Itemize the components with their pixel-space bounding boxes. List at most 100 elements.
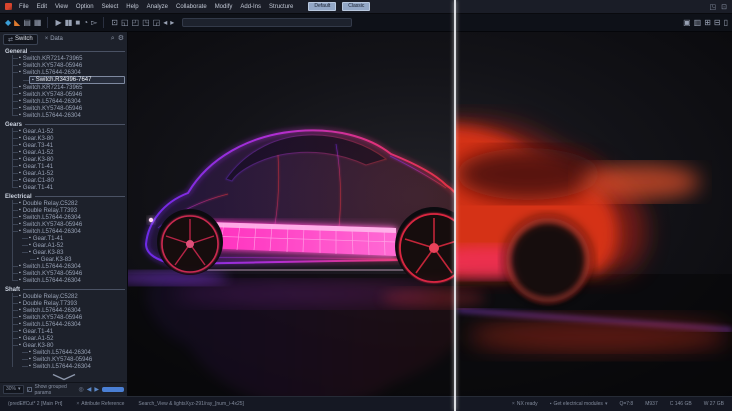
tree-item[interactable]: ▪Gear.A1-52 [19,128,125,135]
pause-icon[interactable]: ▮▮ [65,18,72,28]
tree-item[interactable]: ▪Gear.T1-41 [19,328,125,335]
toolbar-separator [47,17,48,28]
tree-item[interactable]: ▪Switch.L57644-26304 [19,321,125,328]
printer-icon[interactable]: ⊡ [111,18,117,28]
pointer-tool-icon[interactable]: ◣ [14,18,19,28]
tree-item[interactable]: ▪Switch.L57644-26304 [19,277,125,284]
mode-classic-button[interactable]: Classic [342,2,370,11]
tree-item[interactable]: ▪Switch.KY5748-05946 [19,221,125,228]
tree-item[interactable]: ▪Switch.KY5748-05946 [19,62,125,69]
tree-item[interactable]: ▪Switch.L57644-26304 [29,349,125,356]
menu-select[interactable]: Select [102,4,119,10]
tree-item-bullet-icon: ▪ [19,164,21,169]
tree-item[interactable]: ▪Gear.K3-80 [19,135,125,142]
nav-right-icon[interactable]: ▸ [170,18,173,28]
tree-item[interactable]: ▪Switch.L57644-26304 [19,69,125,76]
viewport-3d[interactable] [128,32,732,396]
tree-item[interactable]: ▪Switch.KR7214-73965 [19,84,125,91]
toolbar-path-field[interactable] [182,18,352,27]
tab-data[interactable]: × Data [41,35,67,43]
tree-item[interactable]: ▪Switch.R34396-7647 [29,76,125,84]
status-attribute-reference[interactable]: ×Attribute Reference [76,401,124,407]
tree-item[interactable]: ▪Switch.KY5748-05946 [19,314,125,321]
tree-item[interactable]: ▪Switch.L57644-26304 [19,307,125,314]
tree-item[interactable]: ▪Switch.L57644-26304 [19,263,125,270]
arrow-right-icon[interactable]: ▶ [94,386,99,393]
tree-item[interactable]: ▪Gear.A1-52 [19,335,125,342]
tree-item-bullet-icon: ▪ [37,257,39,262]
tree-item[interactable]: ▪Gear.K3-83 [29,249,125,256]
copy-icon[interactable]: ◱ [121,18,128,28]
menu-analyze[interactable]: Analyze [147,4,168,10]
tree-item[interactable]: ▪Switch.L57644-26304 [19,228,125,235]
app-logo-icon[interactable] [5,3,12,10]
tree-item[interactable]: ▪Switch.L57644-26304 [19,112,125,119]
cursor-icon[interactable]: ▻ [91,18,96,28]
snapshot-icon[interactable]: ◲ [153,18,160,28]
export-icon[interactable]: ⊟ [714,18,720,28]
lock-icon[interactable]: ▣ [683,18,690,28]
target-icon[interactable]: ◎ [79,386,84,393]
tree-item[interactable]: ▪Switch.L57644-26304 [29,363,125,370]
grouped-params-checkbox[interactable]: ✓ [27,387,32,392]
print-icon[interactable]: ⊡ [721,3,727,11]
menu-option[interactable]: Option [76,4,94,10]
tree-item[interactable]: ▪Gear.K3-80 [19,342,125,349]
tree-item[interactable]: ▪Double Relay.T7393 [19,207,125,214]
tree-item-label: Switch.KY5748-05946 [23,222,82,228]
save-icon[interactable]: ⊞ [704,18,710,28]
tree-item[interactable]: ▪Double Relay.C5282 [19,293,125,300]
tree-item[interactable]: ▪Switch.L57644-26304 [19,214,125,221]
tree-item[interactable]: ▪Gear.A1-52 [19,170,125,177]
tree-item[interactable]: ▪Switch.KY5748-05946 [29,356,125,363]
tree-item[interactable]: ▪Gear.T3-41 [19,142,125,149]
close-icon[interactable]: × [45,36,49,42]
tree-item[interactable]: ▪Switch.L57644-26304 [19,98,125,105]
tree-item[interactable]: ▪Gear.K3-80 [19,156,125,163]
stop-icon[interactable]: ■ [75,18,79,28]
clock-icon[interactable]: ◔ [83,18,87,28]
paste-icon[interactable]: ◰ [132,18,139,28]
menu-edit[interactable]: Edit [37,4,47,10]
tree-item[interactable]: ▪Gear.T1-41 [29,235,125,242]
app-logo-icon[interactable]: ◆ [5,18,10,28]
tree-item[interactable]: ▪Switch.KY5748-05946 [19,91,125,98]
search-icon[interactable]: ⌕ [111,35,115,43]
nav-left-icon[interactable]: ◂ [163,18,166,28]
tree-item[interactable]: ▪Gear.T1-41 [19,184,125,191]
tree-item[interactable]: ▪Double Relay.T7393 [19,300,125,307]
menu-help[interactable]: Help [126,4,138,10]
mode-default-button[interactable]: Default [308,2,336,11]
menu-addins[interactable]: Add-Ins [240,4,261,10]
tree-item[interactable]: ▪Gear.K3-83 [37,256,125,263]
clipboard-icon[interactable]: ◳ [142,18,149,28]
document-icon[interactable]: ▤ [23,18,30,28]
comparison-slider-line[interactable] [454,0,456,411]
tree-item[interactable]: ▪Switch.KY5748-05946 [19,105,125,112]
tree-collapse-chevron[interactable] [0,371,127,382]
menu-collaborate[interactable]: Collaborate [176,4,207,10]
tree-item[interactable]: ▪Switch.KY5748-05946 [19,270,125,277]
tree-item[interactable]: ▪Switch.KR7214-73965 [19,55,125,62]
play-icon[interactable]: ▶ [55,18,60,28]
tree-item[interactable]: ▪Gear.T1-41 [19,163,125,170]
menu-file[interactable]: File [19,4,29,10]
status-modules-dropdown[interactable]: ▪Get electrical modules▾ [550,401,608,407]
arrow-left-icon[interactable]: ◀ [87,386,92,393]
tree-item-bullet-icon: ▪ [29,364,31,369]
menu-modify[interactable]: Modify [215,4,233,10]
tree-item[interactable]: ▪Gear.A1-52 [19,149,125,156]
gear-icon[interactable]: ⚙ [118,35,124,43]
layout-icon[interactable]: ◳ [710,3,717,11]
tree-item[interactable]: ▪Double Relay.C5282 [19,200,125,207]
zoom-level-select[interactable]: 30% ▾ [3,385,24,394]
package-icon[interactable]: ▥ [694,18,701,28]
tree-item[interactable]: ▪Gear.A1-52 [29,242,125,249]
menu-view[interactable]: View [55,4,68,10]
menu-structure[interactable]: Structure [269,4,293,10]
image-document-icon[interactable]: ▦ [34,18,41,28]
tab-switch[interactable]: ⇄ Switch [3,34,38,45]
tree-item[interactable]: ▪Gear.C1-80 [19,177,125,184]
tree-item-bullet-icon: ▪ [19,329,21,334]
trash-icon[interactable]: ▯ [724,18,727,28]
